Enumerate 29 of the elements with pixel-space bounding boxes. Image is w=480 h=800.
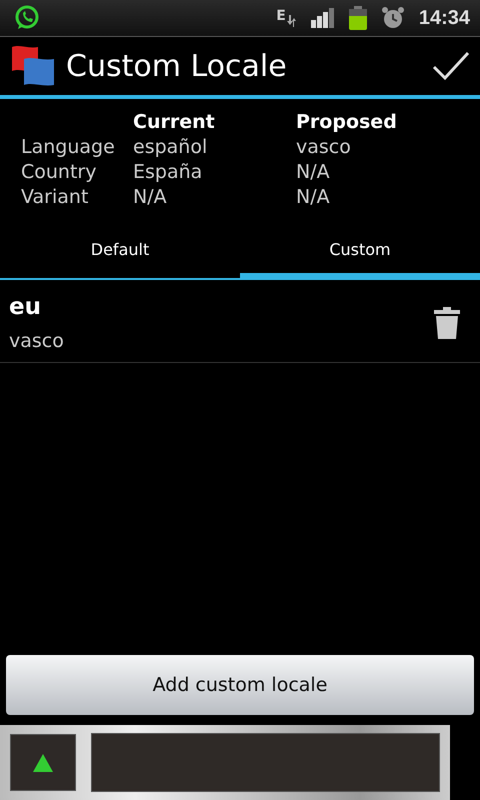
tab[interactable]: Default [0,228,240,278]
chat-icon [14,5,40,31]
proposed-value: vasco [296,136,352,158]
proposed-value: N/A [296,186,331,208]
row-label: Country [21,161,98,183]
row-label: Variant [21,186,90,208]
tab[interactable]: Custom [240,228,480,278]
expand-button[interactable] [10,734,76,791]
alarm-icon [380,6,405,30]
add-locale-button[interactable]: Add custom locale [6,655,474,715]
column-header: Proposed [296,111,398,133]
data-arrows-icon [286,15,297,27]
signal-icon [310,8,335,28]
column-header: Current [133,111,216,133]
current-value: N/A [133,186,168,208]
current-value: España [133,161,204,183]
battery-icon [348,6,367,30]
network-type: E [276,9,286,23]
row-label: Language [21,136,116,158]
current-value: español [133,136,208,158]
proposed-value: N/A [296,161,331,183]
locale-code: eu [9,294,42,320]
up-triangle-icon [33,754,53,772]
checkmark-icon[interactable] [432,51,470,81]
flags-icon [10,45,56,87]
clock-time: 14:34 [418,6,470,30]
screen-title: Custom Locale [66,48,288,84]
locale-name: vasco [9,330,65,352]
trash-icon[interactable] [434,307,460,339]
